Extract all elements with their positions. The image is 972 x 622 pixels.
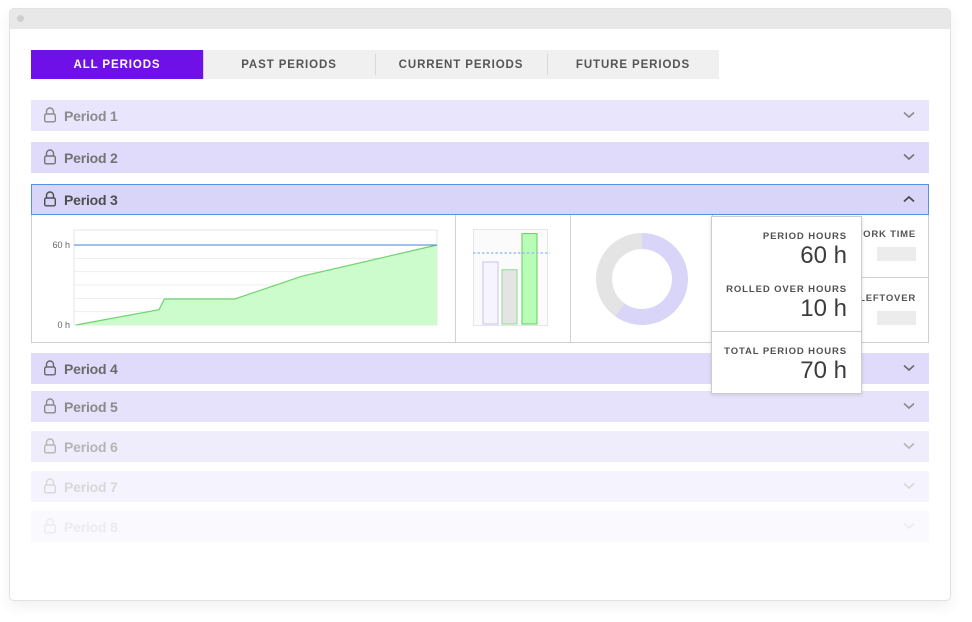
lock-icon	[44, 518, 57, 534]
work-time-value	[877, 247, 916, 261]
period-label: Period 1	[64, 108, 118, 124]
period-hours-value: 60 h	[800, 242, 847, 269]
total-period-hours-value: 70 h	[800, 357, 847, 384]
period-label: Period 3	[64, 192, 118, 208]
period-label: Period 6	[64, 439, 118, 455]
period-row-8[interactable]: Period 8	[31, 511, 929, 542]
lock-icon	[44, 438, 57, 454]
tab-current-periods[interactable]: CURRENT PERIODS	[375, 50, 547, 79]
tab-future-periods[interactable]: FUTURE PERIODS	[547, 50, 719, 79]
leftover-label: LEFTOVER	[859, 293, 916, 304]
rolled-over-hours-label: ROLLED OVER HOURS	[726, 284, 847, 295]
period-row-3[interactable]: Period 3	[31, 184, 929, 215]
period-row-5[interactable]: Period 5	[31, 391, 929, 422]
hours-donut-chart	[596, 233, 688, 325]
period-label: Period 2	[64, 150, 118, 166]
bar-worked	[501, 269, 518, 325]
tab-all-periods[interactable]: ALL PERIODS	[31, 50, 203, 79]
panel-divider	[570, 215, 571, 342]
chevron-up-icon[interactable]	[903, 195, 915, 203]
chevron-down-icon[interactable]	[903, 402, 915, 410]
period-label: Period 5	[64, 399, 118, 415]
period-hours-label: PERIOD HOURS	[762, 231, 847, 242]
lock-icon	[44, 478, 57, 494]
work-time-label: WORK TIME	[853, 229, 916, 240]
period-row-6[interactable]: Period 6	[31, 431, 929, 462]
period-row-7[interactable]: Period 7	[31, 471, 929, 502]
y-tick-label: 0 h	[57, 320, 70, 330]
chevron-down-icon[interactable]	[903, 364, 915, 372]
hours-bar-chart	[473, 229, 550, 326]
hours-progress-chart: 60 h 0 h	[52, 229, 438, 330]
period-row-2[interactable]: Period 2	[31, 142, 929, 173]
rolled-over-hours-value: 10 h	[800, 295, 847, 322]
bar-total	[521, 233, 538, 325]
panel-divider	[455, 215, 456, 342]
period-filter-tabs: ALL PERIODS PAST PERIODS CURRENT PERIODS…	[31, 50, 719, 79]
window-control-dot[interactable]	[17, 15, 24, 22]
leftover-value	[877, 311, 916, 325]
title-bar	[10, 9, 950, 29]
lock-icon	[44, 398, 57, 414]
total-period-hours-label: TOTAL PERIOD HOURS	[724, 346, 847, 357]
lock-icon	[44, 149, 57, 165]
app-window: ALL PERIODS PAST PERIODS CURRENT PERIODS…	[9, 8, 951, 601]
lock-icon	[44, 107, 57, 123]
tooltip-divider	[712, 331, 861, 332]
chevron-down-icon[interactable]	[903, 111, 915, 119]
y-tick-label: 60 h	[52, 240, 70, 250]
period-row-1[interactable]: Period 1	[31, 100, 929, 131]
tab-past-periods[interactable]: PAST PERIODS	[203, 50, 375, 79]
chevron-down-icon[interactable]	[903, 442, 915, 450]
period-label: Period 8	[64, 519, 118, 535]
chevron-down-icon[interactable]	[903, 153, 915, 161]
chevron-down-icon[interactable]	[903, 482, 915, 490]
chevron-down-icon[interactable]	[903, 522, 915, 530]
period-label: Period 7	[64, 479, 118, 495]
period-label: Period 4	[64, 361, 118, 377]
bar-planned	[482, 261, 499, 325]
hours-tooltip: PERIOD HOURS 60 h ROLLED OVER HOURS 10 h…	[711, 216, 862, 394]
lock-icon	[44, 191, 57, 207]
lock-icon	[44, 360, 57, 376]
donut-slice-remaining	[596, 233, 642, 317]
